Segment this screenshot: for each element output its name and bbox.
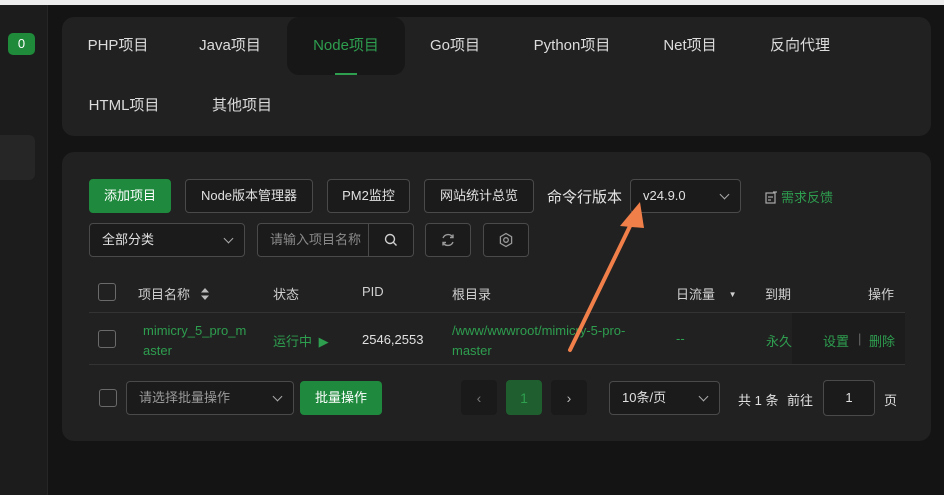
chevron-down-icon xyxy=(223,233,234,244)
category-select[interactable]: 全部分类 xyxy=(89,223,245,257)
prev-page-button[interactable]: ‹ xyxy=(461,380,497,415)
sidebar-item-selected[interactable] xyxy=(0,135,35,180)
project-name-line1: mimicry_5_pro_m xyxy=(143,323,247,338)
tab-html[interactable]: HTML项目 xyxy=(74,77,174,135)
sidebar: 0 xyxy=(0,5,48,495)
page-1-button[interactable]: 1 xyxy=(506,380,542,415)
add-project-button[interactable]: 添加项目 xyxy=(89,179,171,213)
next-page-button[interactable]: › xyxy=(551,380,587,415)
tab-net[interactable]: Net项目 xyxy=(651,17,729,75)
column-header-expire: 到期 xyxy=(765,287,792,302)
tab-python[interactable]: Python项目 xyxy=(520,17,624,75)
cli-version-value: v24.9.0 xyxy=(643,188,686,203)
tab-reverse-proxy[interactable]: 反向代理 xyxy=(757,17,843,75)
column-header-traffic-label: 日流量 xyxy=(676,287,716,302)
search-button[interactable] xyxy=(368,224,413,256)
table-divider xyxy=(89,364,905,365)
settings-button[interactable] xyxy=(483,223,529,257)
expire-value[interactable]: 永久 xyxy=(766,331,792,350)
root-dir-line1: /www/wwwroot/mimicry-5-pro- xyxy=(452,323,626,338)
table-divider xyxy=(89,312,905,313)
cli-version-select[interactable]: v24.9.0 xyxy=(630,179,741,213)
chevron-left-icon: ‹ xyxy=(476,389,482,406)
page-size-value: 10条/页 xyxy=(622,390,667,405)
play-icon: ▶ xyxy=(318,334,329,349)
tab-node-label: Node项目 xyxy=(313,37,379,54)
row-checkbox[interactable] xyxy=(98,330,116,348)
notification-badge[interactable]: 0 xyxy=(8,33,35,55)
batch-operation-button[interactable]: 批量操作 xyxy=(300,381,382,415)
chevron-down-icon xyxy=(698,391,709,402)
chevron-down-icon xyxy=(719,189,730,200)
batch-operation-select[interactable]: 请选择批量操作 xyxy=(126,381,294,415)
tab-php[interactable]: PHP项目 xyxy=(74,17,162,75)
total-count: 共 1 条 xyxy=(738,393,779,408)
column-header-status: 状态 xyxy=(273,287,300,302)
status-label: 运行中 xyxy=(273,334,313,349)
sort-icon[interactable] xyxy=(200,287,210,301)
column-header-name-label: 项目名称 xyxy=(138,287,191,302)
settings-link[interactable]: 设置 xyxy=(823,331,849,350)
chevron-right-icon: › xyxy=(566,389,572,406)
ops-separator: | xyxy=(858,331,862,346)
root-dir-link[interactable]: /www/wwwroot/mimicry-5-pro- master xyxy=(452,321,625,361)
column-header-name[interactable]: 项目名称 xyxy=(138,284,210,303)
chevron-down-icon xyxy=(272,391,283,402)
gear-icon xyxy=(499,232,513,248)
pid-value: 2546,2553 xyxy=(362,332,424,347)
tab-go[interactable]: Go项目 xyxy=(418,17,492,75)
column-header-ops: 操作 xyxy=(868,287,895,302)
tab-java[interactable]: Java项目 xyxy=(185,17,275,75)
select-all-checkbox[interactable] xyxy=(98,283,116,301)
feedback-link[interactable]: 需求反馈 xyxy=(765,187,833,206)
page-size-select[interactable]: 10条/页 xyxy=(609,381,720,415)
footer-select-all-checkbox[interactable] xyxy=(99,389,117,407)
project-name-link[interactable]: mimicry_5_pro_m aster xyxy=(143,321,246,361)
delete-link[interactable]: 删除 xyxy=(869,331,895,350)
node-version-manager-button[interactable]: Node版本管理器 xyxy=(185,179,313,213)
feedback-label: 需求反馈 xyxy=(781,190,834,205)
edit-icon xyxy=(765,191,777,204)
status-toggle[interactable]: 运行中 ▶ xyxy=(273,331,329,350)
goto-label: 前往 xyxy=(787,393,814,408)
pm2-monitor-button[interactable]: PM2监控 xyxy=(327,179,410,213)
site-stats-button[interactable]: 网站统计总览 xyxy=(424,179,534,213)
tab-node[interactable]: Node项目 xyxy=(287,17,405,75)
cli-version-label: 命令行版本 xyxy=(547,189,623,206)
search-icon xyxy=(384,233,397,246)
root-dir-line2: master xyxy=(452,343,492,358)
traffic-value: -- xyxy=(676,331,685,346)
top-bar xyxy=(0,0,944,5)
goto-page-input[interactable]: 1 xyxy=(823,380,875,416)
refresh-icon xyxy=(442,233,454,247)
category-value: 全部分类 xyxy=(102,232,155,247)
column-header-traffic[interactable]: 日流量 ▼ xyxy=(676,284,737,303)
search-box: 请输入项目名称 xyxy=(257,223,414,257)
caret-down-icon[interactable]: ▼ xyxy=(729,290,737,299)
column-header-root: 根目录 xyxy=(452,287,492,302)
search-input[interactable]: 请输入项目名称 xyxy=(270,224,368,256)
column-header-pid: PID xyxy=(362,284,384,299)
active-tab-underline xyxy=(335,73,357,75)
tab-other[interactable]: 其他项目 xyxy=(200,77,284,135)
page-unit-label: 页 xyxy=(884,393,898,408)
refresh-button[interactable] xyxy=(425,223,471,257)
project-name-line2: aster xyxy=(143,343,172,358)
batch-operation-placeholder: 请选择批量操作 xyxy=(139,390,231,405)
